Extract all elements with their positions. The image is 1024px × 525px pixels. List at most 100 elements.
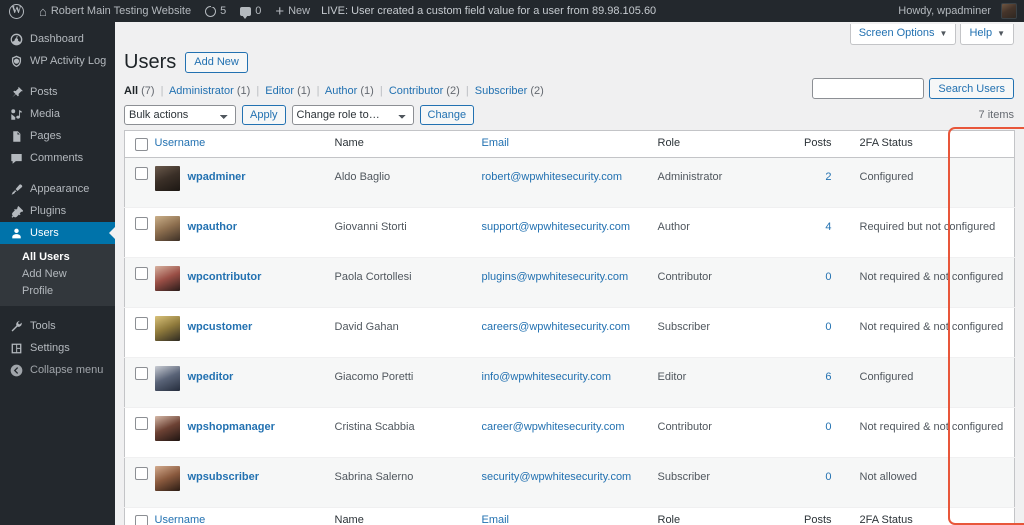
filter-count-subscriber: (2): [530, 85, 544, 97]
sidebar-item-media[interactable]: Media: [0, 103, 115, 125]
site-name-menu[interactable]: ⌂ Robert Main Testing Website: [32, 0, 198, 22]
comments-button[interactable]: 0: [233, 0, 268, 22]
filter-separator: |: [379, 85, 383, 97]
sidebar-item-collapse-menu[interactable]: Collapse menu: [0, 359, 115, 381]
email-link[interactable]: career@wpwhitesecurity.com: [482, 421, 625, 433]
email-link[interactable]: plugins@wpwhitesecurity.com: [482, 271, 629, 283]
posts-link[interactable]: 0: [825, 471, 831, 483]
select-all-checkbox-footer[interactable]: [135, 515, 148, 525]
wordpress-logo-button[interactable]: W: [0, 0, 32, 22]
email-link[interactable]: support@wpwhitesecurity.com: [482, 221, 631, 233]
sidebar-item-wp-activity-log[interactable]: WP Activity Log: [0, 50, 115, 72]
posts-link[interactable]: 0: [825, 271, 831, 283]
username-link[interactable]: wpcontributor: [188, 266, 262, 283]
filter-link-subscriber[interactable]: Subscriber: [475, 85, 528, 97]
sort-username-link-footer[interactable]: Username: [155, 514, 206, 525]
sidebar-item-posts[interactable]: Posts: [0, 81, 115, 103]
posts-link[interactable]: 4: [825, 221, 831, 233]
updates-icon: [205, 3, 217, 17]
table-row: wpshopmanager Cristina Scabbia career@wpwh…: [124, 407, 1015, 458]
username-cell: wpcontributor: [154, 257, 335, 308]
help-button[interactable]: Help ▼: [960, 24, 1014, 45]
sidebar-separator: [0, 72, 115, 81]
username-link[interactable]: wpadminer: [188, 166, 246, 183]
name-text: David Gahan: [334, 321, 399, 333]
email-cell: careers@wpwhitesecurity.com: [481, 307, 658, 358]
email-link[interactable]: info@wpwhitesecurity.com: [482, 371, 612, 383]
collapse-icon: [9, 363, 23, 377]
sidebar-item-settings[interactable]: Settings: [0, 337, 115, 359]
posts-link[interactable]: 0: [825, 421, 831, 433]
filter-link-editor[interactable]: Editor: [265, 85, 294, 97]
table-row: wpcontributor Paola Cortollesi plugins@wpw…: [124, 257, 1015, 308]
submenu-item-add-new[interactable]: Add New: [0, 266, 115, 283]
select-all-checkbox[interactable]: [135, 138, 148, 151]
row-checkbox[interactable]: [135, 467, 148, 480]
posts-link[interactable]: 6: [825, 371, 831, 383]
submenu-item-all-users[interactable]: All Users: [0, 249, 115, 266]
row-checkbox[interactable]: [135, 317, 148, 330]
filter-link-author[interactable]: Author: [325, 85, 357, 97]
row-checkbox[interactable]: [135, 267, 148, 280]
sort-email-link-footer[interactable]: Email: [482, 514, 510, 525]
sidebar-item-dashboard[interactable]: Dashboard: [0, 28, 115, 50]
filter-link-administrator[interactable]: Administrator: [169, 85, 234, 97]
sidebar-item-tools[interactable]: Tools: [0, 315, 115, 337]
chevron-down-icon: ▼: [939, 29, 948, 38]
sidebar-item-label: Plugins: [30, 205, 67, 217]
apply-button-top[interactable]: Apply: [242, 105, 286, 125]
screen-options-button[interactable]: Screen Options ▼: [849, 24, 957, 45]
row-checkbox[interactable]: [135, 217, 148, 230]
filter-link-contributor[interactable]: Contributor: [389, 85, 443, 97]
row-checkbox[interactable]: [135, 367, 148, 380]
name-text: Aldo Baglio: [334, 171, 391, 183]
sidebar-item-users[interactable]: Users: [0, 222, 116, 244]
twofa-status-cell: Required but not configured: [845, 207, 1015, 258]
sidebar-item-comments[interactable]: Comments: [0, 147, 115, 169]
username-link[interactable]: wpauthor: [188, 216, 238, 233]
submenu-item-profile[interactable]: Profile: [0, 283, 115, 300]
email-link[interactable]: careers@wpwhitesecurity.com: [482, 321, 631, 333]
username-cell: wpshopmanager: [154, 407, 335, 458]
email-link[interactable]: security@wpwhitesecurity.com: [482, 471, 632, 483]
table-foot: Username Name Email Role Posts 2FA Statu…: [124, 507, 1015, 525]
settings-icon: [9, 341, 23, 355]
search-users-button[interactable]: Search Users: [929, 78, 1014, 99]
bulk-actions-select-top[interactable]: Bulk actions: [124, 105, 236, 125]
row-checkbox[interactable]: [135, 167, 148, 180]
change-role-select-top[interactable]: Change role to…: [291, 105, 414, 125]
posts-link[interactable]: 0: [825, 321, 831, 333]
posts-link[interactable]: 2: [825, 171, 831, 183]
role-text: Contributor: [657, 271, 712, 283]
sidebar-item-plugins[interactable]: Plugins: [0, 200, 115, 222]
sidebar-item-pages[interactable]: Pages: [0, 125, 115, 147]
avatar: [154, 166, 180, 191]
username-link[interactable]: wpeditor: [188, 366, 234, 383]
column-footer-posts: Posts: [777, 507, 846, 525]
sidebar-item-label: Settings: [30, 342, 70, 354]
avatar: [154, 266, 180, 291]
screen-meta-links: Screen Options ▼ Help ▼: [849, 24, 1014, 45]
change-role-button-top[interactable]: Change: [419, 105, 475, 125]
new-content-menu[interactable]: + New: [268, 0, 317, 22]
live-notice[interactable]: LIVE: User created a custom field value …: [317, 0, 663, 22]
updates-button[interactable]: 5: [198, 0, 233, 22]
column-footer-name: Name: [334, 507, 482, 525]
sidebar-item-appearance[interactable]: Appearance: [0, 178, 115, 200]
sort-email-link[interactable]: Email: [482, 137, 510, 149]
my-account-menu[interactable]: Howdy, wpadminer: [891, 0, 1024, 22]
username-link[interactable]: wpcustomer: [188, 316, 253, 333]
plus-icon: +: [275, 2, 285, 20]
username-link[interactable]: wpshopmanager: [188, 416, 275, 433]
sort-username-link[interactable]: Username: [155, 137, 206, 149]
row-checkbox[interactable]: [135, 417, 148, 430]
admin-sidebar: Dashboard WP Activity Log Posts Media Pa…: [0, 22, 116, 525]
table-header-row: Username Name Email Role Posts 2FA Statu…: [124, 130, 1015, 158]
username-link[interactable]: wpsubscriber: [188, 466, 260, 483]
sidebar-item-label: Users: [30, 227, 59, 239]
twofa-status-cell: Not required & not configured: [845, 257, 1015, 308]
filter-link-all[interactable]: All: [124, 85, 138, 97]
email-link[interactable]: robert@wpwhitesecurity.com: [482, 171, 623, 183]
search-input[interactable]: [812, 78, 925, 99]
add-new-button[interactable]: Add New: [185, 51, 248, 73]
